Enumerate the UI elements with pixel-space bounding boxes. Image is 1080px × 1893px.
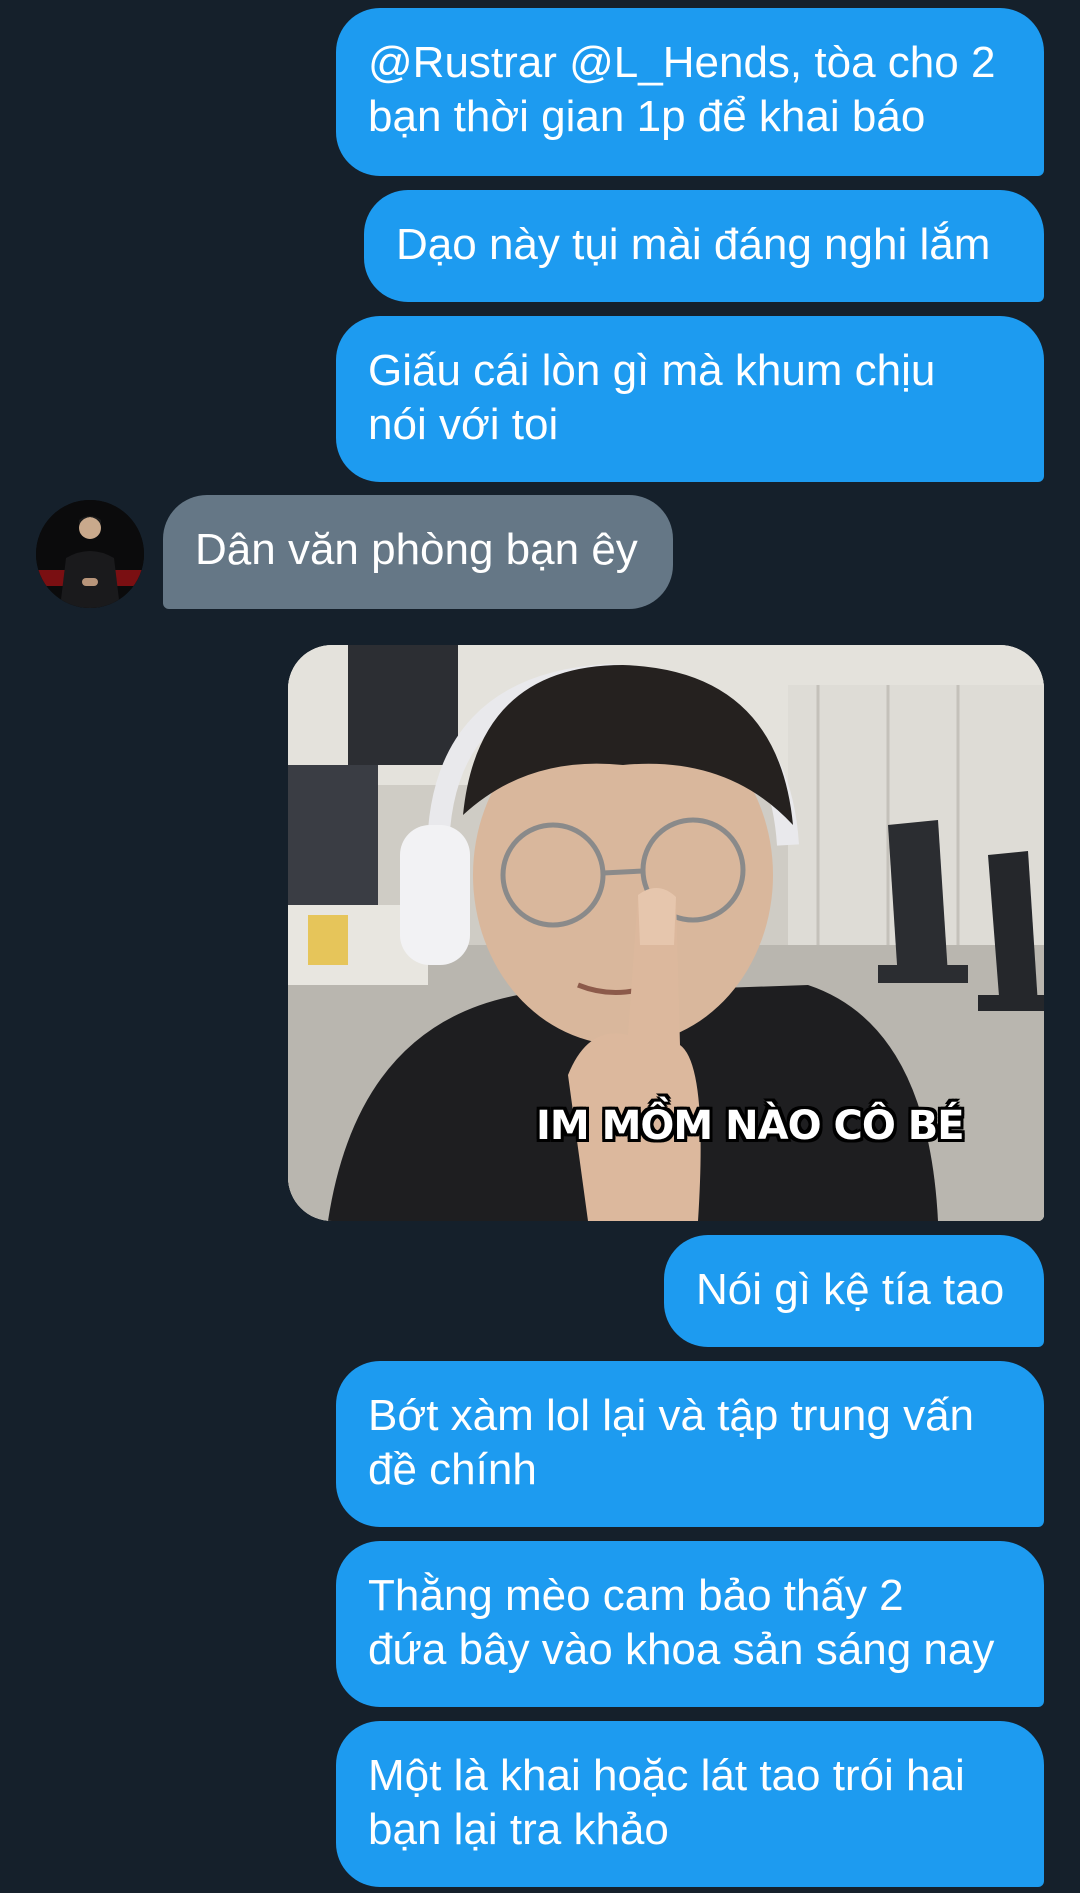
meme-image[interactable]: IM MỒM NÀO CÔ BÉ bbox=[288, 645, 1044, 1221]
message-bubble-outgoing[interactable]: Một là khai hoặc lát tao trói hai bạn lạ… bbox=[336, 1721, 1044, 1887]
message-bubble-outgoing[interactable]: Nói gì kệ tía tao bbox=[664, 1235, 1044, 1347]
message-bubble-outgoing[interactable]: Thằng mèo cam bảo thấy 2 đứa bây vào kho… bbox=[336, 1541, 1044, 1707]
message-bubble-outgoing[interactable]: Giấu cái lòn gì mà khum chịu nói với toi bbox=[336, 316, 1044, 482]
sender-avatar[interactable] bbox=[36, 500, 144, 608]
meme-caption: IM MỒM NÀO CÔ BÉ bbox=[536, 1103, 965, 1149]
message-bubble-outgoing[interactable]: Bớt xàm lol lại và tập trung vấn đề chín… bbox=[336, 1361, 1044, 1527]
message-bubble-outgoing[interactable]: @Rustrar @L_Hends, tòa cho 2 bạn thời gi… bbox=[336, 8, 1044, 176]
message-bubble-outgoing[interactable]: Dạo này tụi mài đáng nghi lắm bbox=[364, 190, 1044, 302]
avatar-photo-icon bbox=[36, 500, 144, 608]
message-bubble-incoming[interactable]: Dân văn phòng bạn êy bbox=[163, 495, 673, 609]
